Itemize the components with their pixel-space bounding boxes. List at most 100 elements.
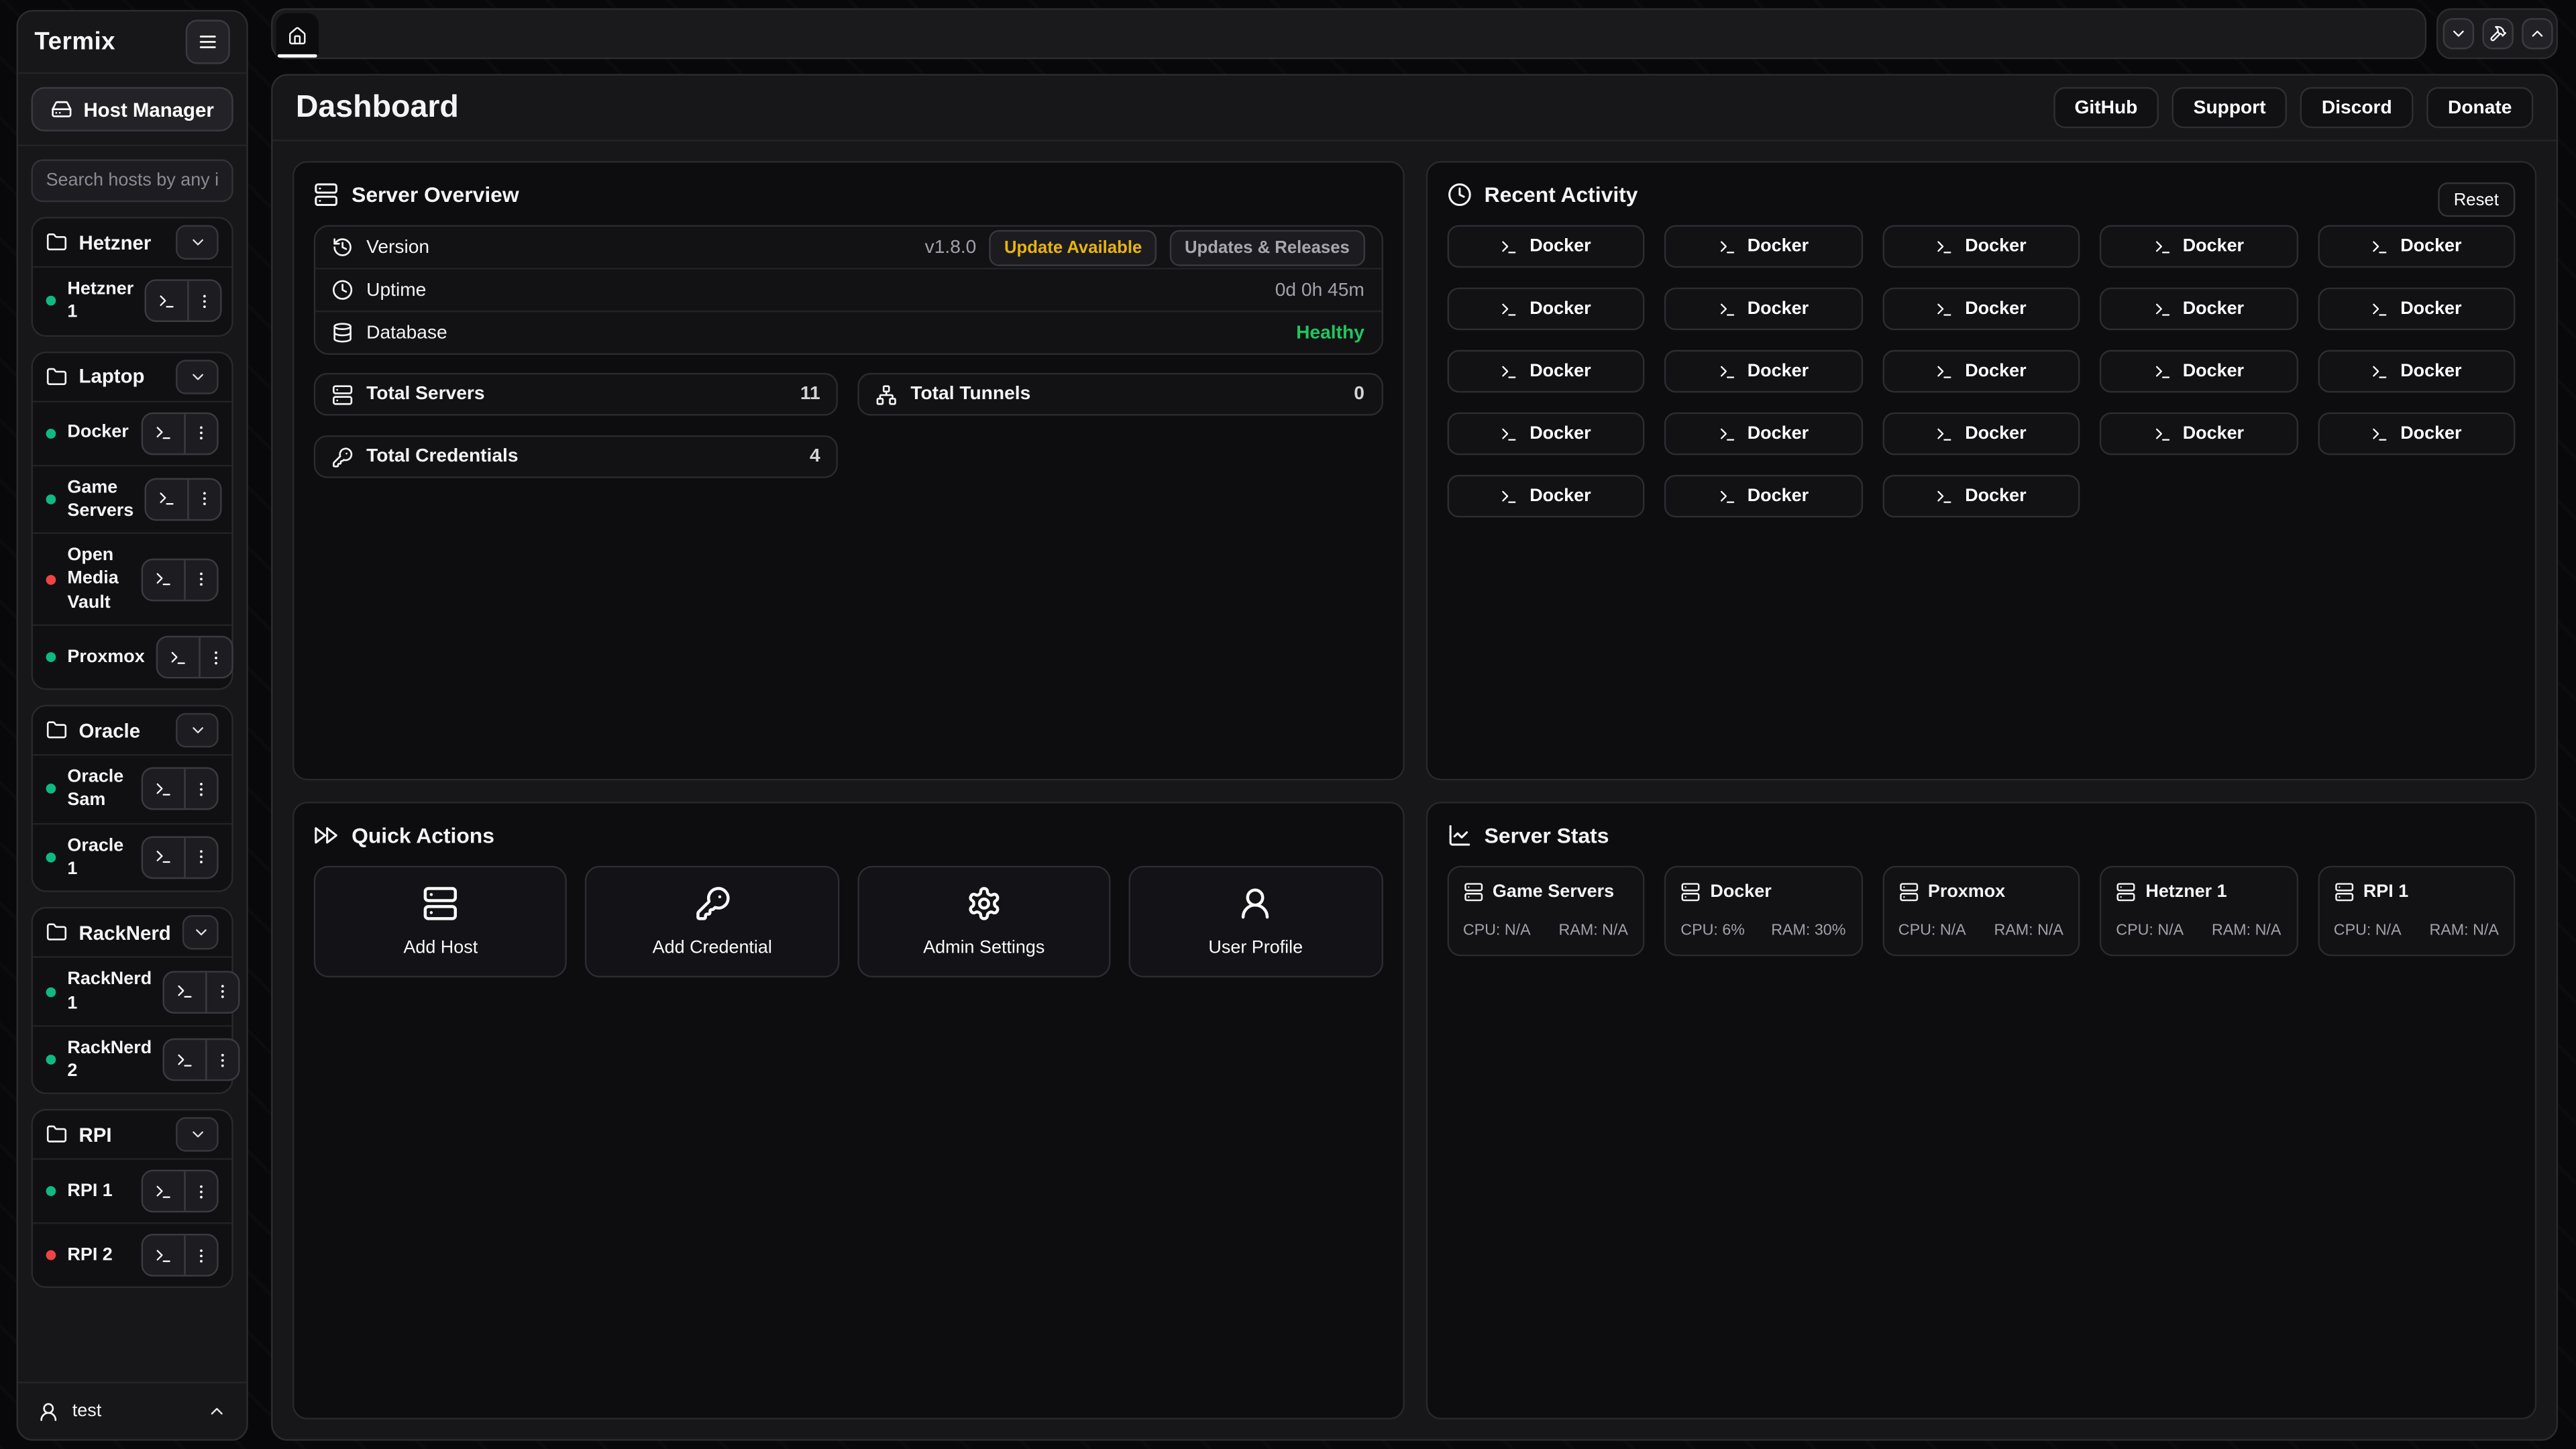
activity-host-label: Docker	[2183, 237, 2244, 256]
host-row[interactable]: RackNerd 1	[33, 957, 231, 1025]
activity-host-label: Docker	[1965, 424, 2026, 443]
host-menu-button[interactable]	[186, 769, 217, 809]
version-row: Version v1.8.0 Update Available Updates …	[315, 227, 1381, 268]
folder-icon	[46, 1124, 68, 1146]
open-terminal-button[interactable]	[143, 769, 186, 809]
header-link-donate[interactable]: Donate	[2426, 87, 2533, 128]
collapse-up-button[interactable]	[2521, 18, 2553, 50]
activity-host-button[interactable]: Docker	[1882, 413, 2080, 455]
database-row: Database Healthy	[315, 311, 1381, 354]
quick-action-add-host[interactable]: Add Host	[314, 865, 568, 977]
open-terminal-button[interactable]	[143, 1172, 186, 1212]
reset-button[interactable]: Reset	[2437, 182, 2515, 217]
host-row[interactable]: Hetzner 1	[33, 266, 231, 335]
user-menu[interactable]: test	[18, 1382, 246, 1440]
host-row[interactable]: Oracle Sam	[33, 754, 231, 822]
host-row[interactable]: Open Media Vault	[33, 533, 231, 625]
open-terminal-button[interactable]	[143, 1236, 186, 1276]
search-input[interactable]	[32, 160, 233, 203]
activity-host-button[interactable]: Docker	[1882, 350, 2080, 393]
open-terminal-button[interactable]	[147, 480, 190, 519]
folder-collapse-button[interactable]	[176, 713, 219, 747]
folder-collapse-button[interactable]	[176, 1118, 219, 1152]
host-menu-button[interactable]	[201, 637, 232, 677]
activity-host-button[interactable]: Docker	[2100, 413, 2298, 455]
header-link-discord[interactable]: Discord	[2300, 87, 2414, 128]
activity-host-button[interactable]: Docker	[1664, 288, 1862, 331]
host-menu-button[interactable]	[186, 1236, 217, 1276]
host-menu-button[interactable]	[207, 1040, 239, 1080]
activity-host-label: Docker	[2400, 424, 2461, 443]
host-manager-button[interactable]: Host Manager	[32, 87, 233, 131]
chevron-down-icon	[188, 1126, 206, 1144]
open-terminal-button[interactable]	[158, 637, 201, 677]
collapse-down-button[interactable]	[2442, 18, 2473, 50]
activity-host-label: Docker	[1748, 424, 1809, 443]
activity-host-button[interactable]: Docker	[1664, 225, 1862, 268]
host-menu-button[interactable]	[186, 838, 217, 877]
open-terminal-button[interactable]	[165, 1040, 208, 1080]
activity-host-button[interactable]: Docker	[2100, 288, 2298, 331]
terminal-icon	[1500, 237, 1518, 256]
host-row[interactable]: Oracle 1	[33, 822, 231, 891]
folder-header[interactable]: RackNerd	[33, 909, 231, 957]
activity-host-button[interactable]: Docker	[2317, 413, 2515, 455]
server-stat-name: RPI 1	[2334, 881, 2499, 901]
quick-action-label: Add Host	[403, 937, 478, 957]
host-menu-button[interactable]	[186, 1172, 217, 1212]
host-row[interactable]: Game Servers	[33, 464, 231, 533]
open-terminal-button[interactable]	[147, 282, 190, 321]
folder-header[interactable]: Oracle	[33, 706, 231, 754]
status-dot	[46, 784, 56, 794]
activity-host-button[interactable]: Docker	[1446, 225, 1644, 268]
activity-host-button[interactable]: Docker	[1882, 225, 2080, 268]
activity-host-button[interactable]: Docker	[1446, 288, 1644, 331]
host-menu-button[interactable]	[186, 559, 217, 599]
server-icon	[314, 182, 339, 207]
tab-home[interactable]	[276, 13, 319, 58]
host-menu-button[interactable]	[190, 480, 221, 519]
open-terminal-button[interactable]	[143, 413, 186, 453]
tools-button[interactable]	[2481, 18, 2513, 50]
host-row[interactable]: RackNerd 2	[33, 1025, 231, 1093]
header-link-support[interactable]: Support	[2172, 87, 2288, 128]
activity-host-button[interactable]: Docker	[1882, 475, 2080, 518]
activity-host-button[interactable]: Docker	[1446, 413, 1644, 455]
database-icon	[332, 322, 354, 343]
host-menu-button[interactable]	[207, 972, 239, 1012]
header-link-github[interactable]: GitHub	[2053, 87, 2159, 128]
open-terminal-button[interactable]	[143, 559, 186, 599]
host-row[interactable]: Docker	[33, 400, 231, 465]
host-row[interactable]: RPI 2	[33, 1223, 231, 1287]
activity-host-label: Docker	[1529, 486, 1591, 506]
folder-header[interactable]: Laptop	[33, 353, 231, 400]
host-row[interactable]: Proxmox	[33, 625, 231, 689]
activity-host-button[interactable]: Docker	[1664, 475, 1862, 518]
folder-collapse-button[interactable]	[176, 359, 219, 393]
activity-host-button[interactable]: Docker	[1664, 413, 1862, 455]
host-row[interactable]: RPI 1	[33, 1159, 231, 1224]
activity-host-button[interactable]: Docker	[1882, 288, 2080, 331]
activity-host-button[interactable]: Docker	[2100, 350, 2298, 393]
activity-host-button[interactable]: Docker	[2317, 350, 2515, 393]
open-terminal-button[interactable]	[165, 972, 208, 1012]
activity-host-button[interactable]: Docker	[2100, 225, 2298, 268]
folder-header[interactable]: RPI	[33, 1112, 231, 1159]
activity-host-button[interactable]: Docker	[2317, 225, 2515, 268]
activity-host-button[interactable]: Docker	[2317, 288, 2515, 331]
host-menu-button[interactable]	[189, 282, 221, 321]
folder-header[interactable]: Hetzner	[33, 219, 231, 266]
quick-action-admin-settings[interactable]: Admin Settings	[857, 865, 1111, 977]
quick-action-add-credential[interactable]: Add Credential	[586, 865, 839, 977]
quick-action-user-profile[interactable]: User Profile	[1129, 865, 1383, 977]
host-menu-button[interactable]	[186, 413, 217, 453]
update-available-button[interactable]: Update Available	[989, 229, 1157, 266]
folder-collapse-button[interactable]	[176, 225, 219, 260]
folder-collapse-button[interactable]	[182, 916, 219, 950]
open-terminal-button[interactable]	[143, 838, 186, 877]
activity-host-button[interactable]: Docker	[1664, 350, 1862, 393]
sidebar-menu-button[interactable]	[186, 19, 230, 64]
activity-host-button[interactable]: Docker	[1446, 350, 1644, 393]
activity-host-button[interactable]: Docker	[1446, 475, 1644, 518]
updates-releases-button[interactable]: Updates & Releases	[1170, 229, 1364, 266]
